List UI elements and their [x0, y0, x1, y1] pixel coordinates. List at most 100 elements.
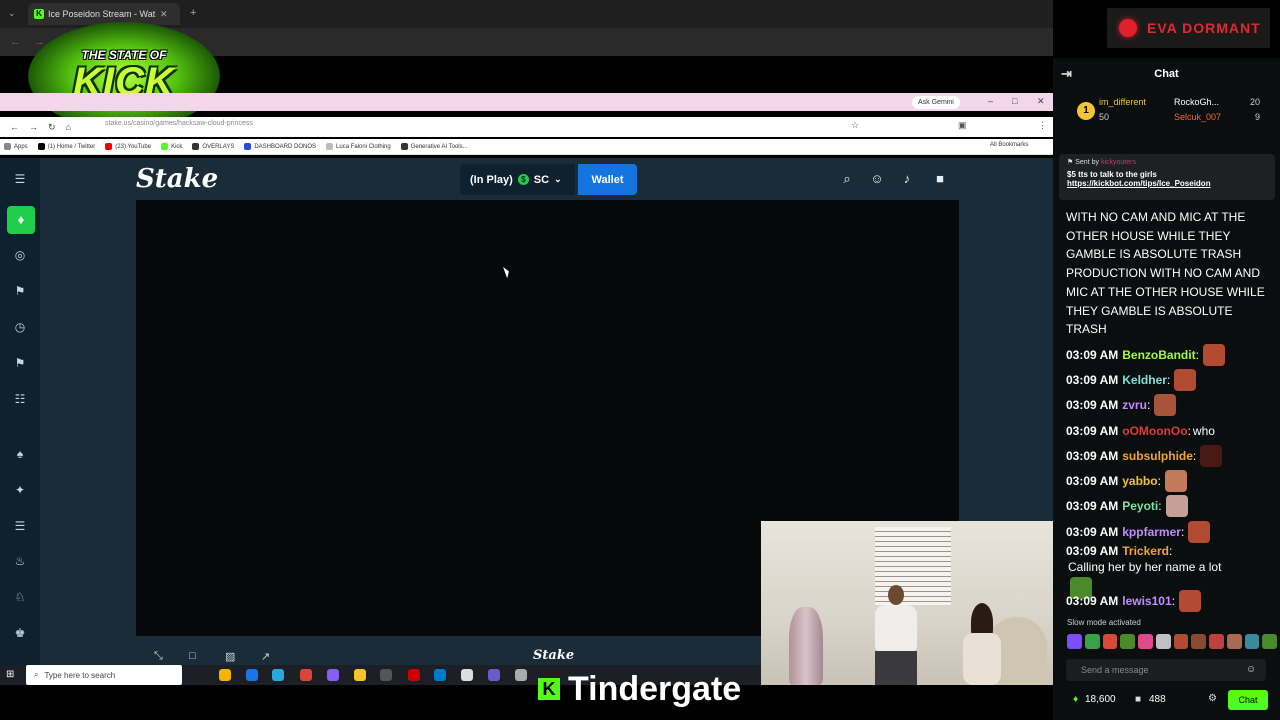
taskbar-app-icon[interactable] [380, 669, 392, 681]
emote-icon[interactable] [1209, 634, 1224, 649]
bookmark-item[interactable]: DASHBOARD DONOS [244, 143, 316, 150]
sidebar-casino-icon[interactable]: ♦ [7, 206, 35, 234]
taskbar-app-icon[interactable] [354, 669, 366, 681]
taskbar-app-icon[interactable] [272, 669, 284, 681]
message-username[interactable]: yabbo [1122, 474, 1157, 488]
wallet-button[interactable]: Wallet [578, 164, 637, 195]
chat-message: 03:09 AM yabbo: [1066, 468, 1276, 493]
balance-selector[interactable]: (In Play) $ SC ⌄ [460, 164, 575, 195]
message-username[interactable]: kppfarmer [1122, 525, 1181, 539]
top-chatter-name[interactable]: im_different [1099, 97, 1146, 107]
bookmark-item[interactable]: (23) YouTube [105, 143, 151, 150]
taskbar-app-icon[interactable] [408, 669, 420, 681]
taskbar-app-icon[interactable] [219, 669, 231, 681]
taskbar-app-icon[interactable] [434, 669, 446, 681]
emote-icon[interactable] [1226, 634, 1242, 649]
emoji-picker-icon[interactable]: ☺ [1246, 664, 1256, 675]
tab-close-icon[interactable]: ✕ [160, 9, 168, 20]
bookmark-item[interactable]: OVERLAYS [192, 143, 234, 150]
home-icon[interactable]: ⌂ [66, 122, 71, 132]
message-username[interactable]: Peyoti [1122, 499, 1158, 513]
stats-icon[interactable]: ▨ [225, 650, 235, 663]
chat-send-button[interactable]: Chat [1228, 690, 1268, 710]
url-field[interactable]: stake.us/casino/games/hacksaw-cloud-prin… [105, 120, 253, 127]
emote-icon[interactable] [1102, 634, 1118, 649]
emote-icon[interactable] [1191, 634, 1206, 649]
maximize-icon[interactable]: □ [1012, 96, 1017, 106]
inner-back-icon[interactable]: ← [10, 122, 19, 132]
emote-icon[interactable] [1084, 634, 1100, 649]
stake-logo[interactable]: Stake [136, 164, 218, 194]
search-icon[interactable]: ⌕ [839, 171, 855, 187]
user-icon[interactable]: ☺ [869, 171, 885, 187]
emote-icon[interactable] [1120, 634, 1135, 649]
message-username[interactable]: lewis101 [1122, 594, 1171, 608]
message-username[interactable]: Keldher [1122, 373, 1167, 387]
message-username[interactable]: oOMoonOo [1122, 424, 1187, 438]
sidebar-menu-icon[interactable]: ☰ [11, 170, 29, 188]
pinned-message[interactable]: ⚑ Sent by kickyouters $5 tts to talk to … [1059, 154, 1275, 200]
message-username[interactable]: zvru [1122, 398, 1147, 412]
message-username[interactable]: Trickerd [1122, 544, 1169, 558]
bookmark-item[interactable]: (1) Home / Twitter [37, 143, 95, 150]
emote-icon[interactable] [1262, 634, 1277, 649]
top-chatter-name[interactable]: RockoGh... [1174, 97, 1219, 107]
sidebar-bets-icon[interactable]: ☷ [11, 390, 29, 408]
top-chatter-name[interactable]: Selcuk_007 [1174, 112, 1221, 122]
ask-gemini-button[interactable]: Ask Gemini [912, 96, 960, 109]
close-window-icon[interactable]: ✕ [1037, 96, 1045, 107]
taskbar-app-icon[interactable] [246, 669, 258, 681]
new-tab-icon[interactable]: + [190, 7, 196, 19]
sidebar-recent-icon[interactable]: ◷ [11, 318, 29, 336]
reload-icon[interactable]: ↻ [48, 122, 56, 133]
all-bookmarks-link[interactable]: All Bookmarks [990, 142, 1028, 148]
sidebar-slots-icon[interactable]: ☰ [11, 517, 29, 535]
bookmark-item[interactable]: Luca Faloni Clothing [326, 143, 391, 150]
notifications-icon[interactable]: ♪ [899, 171, 915, 187]
outer-back-icon[interactable]: ← [10, 36, 21, 48]
sidebar-live-icon[interactable]: ♘ [11, 588, 29, 606]
sidebar-hot-icon[interactable]: ♨ [11, 552, 29, 570]
send-message-input[interactable]: Send a message [1066, 659, 1266, 681]
message-username[interactable]: BenzoBandit [1122, 348, 1195, 362]
inner-forward-icon[interactable]: → [29, 122, 38, 132]
emote-icon[interactable] [1244, 634, 1260, 649]
sidebar-challenges-icon[interactable]: ⚑ [11, 354, 29, 372]
pinned-link[interactable]: https://kickbot.com/tips/Ice_Poseidon [1067, 179, 1267, 188]
bookmark-label: Generative AI Tools... [410, 143, 468, 150]
theatre-mode-icon[interactable]: ⤡ [154, 650, 163, 663]
sidebar-new-icon[interactable]: ✦ [11, 481, 29, 499]
chat-settings-icon[interactable]: ⚙ [1208, 693, 1217, 704]
taskbar-app-icon[interactable] [327, 669, 339, 681]
taskbar-app-icon[interactable] [515, 669, 527, 681]
bookmark-item[interactable]: Generative AI Tools... [400, 143, 468, 150]
emote-icon[interactable] [1067, 634, 1082, 649]
emote-icon[interactable] [1155, 634, 1171, 649]
sidebar-favorites-icon[interactable]: ⚑ [11, 282, 29, 300]
bookmark-item[interactable]: Apps [4, 143, 28, 150]
taskbar-search[interactable]: ⌕ Type here to search [26, 665, 182, 685]
taskbar-app-icon[interactable] [461, 669, 473, 681]
windows-start-icon[interactable]: ⊞ [6, 669, 14, 680]
bookmark-item[interactable]: Kick [161, 143, 182, 150]
emote-icon[interactable] [1138, 634, 1153, 649]
menu-dots-icon[interactable]: ⋮ [1038, 120, 1047, 131]
bookmark-star-icon[interactable]: ☆ [851, 120, 859, 131]
emote-icon[interactable] [1173, 634, 1189, 649]
record-dot-icon [1119, 19, 1137, 37]
stream-caption: K Tindergate [538, 668, 748, 710]
minimize-icon[interactable]: – [988, 96, 993, 106]
window-mode-icon[interactable]: □ [189, 650, 196, 662]
taskbar-app-icon[interactable] [300, 669, 312, 681]
taskbar-app-icon[interactable] [488, 669, 500, 681]
sidebar-sports-icon[interactable]: ◎ [11, 246, 29, 264]
chat-icon[interactable]: ■ [932, 171, 948, 187]
message-username[interactable]: subsulphide [1122, 449, 1193, 463]
collapse-chat-icon[interactable]: ⇥ [1061, 66, 1072, 82]
tab-list-chevron-icon[interactable]: ⌄ [8, 8, 16, 19]
message-separator: : [1168, 544, 1173, 559]
fullscreen-icon[interactable]: ↗ [261, 650, 270, 663]
sidebar-originals-icon[interactable]: ♠ [11, 445, 29, 463]
sidebar-game-shows-icon[interactable]: ♚ [11, 624, 29, 642]
extensions-icon[interactable]: ▣ [958, 120, 967, 131]
